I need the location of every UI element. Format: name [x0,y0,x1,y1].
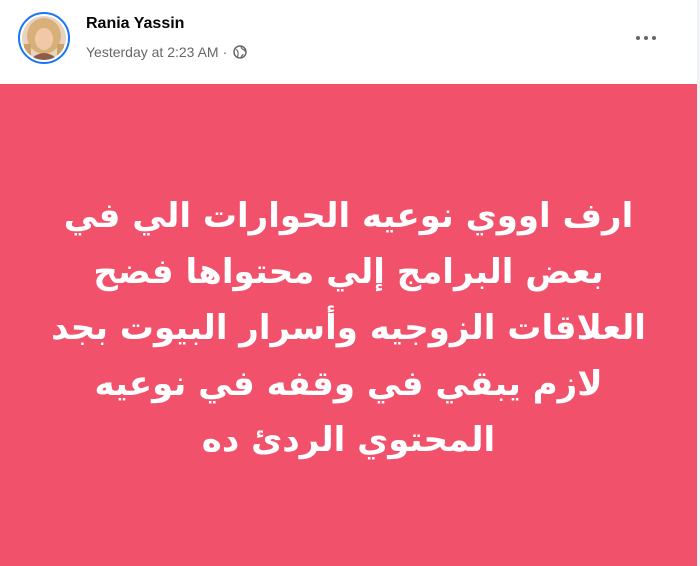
post-text-line: بعض البرامج إلي محتواها فضح [93,252,604,292]
post-meta: Yesterday at 2:23 AM · [86,44,247,60]
post-text-line: العلاقات الزوجيه وأسرار البيوت بجد [51,308,646,348]
globe-icon[interactable] [233,45,247,59]
post-text-line: المحتوي الردئ ده [201,420,496,460]
post-header: Rania Yassin Yesterday at 2:23 AM · [0,0,697,84]
post-background-card: ارف اووي نوعيه الحوارات الي في بعض البرا… [0,84,697,566]
post-text-line: ارف اووي نوعيه الحوارات الي في [63,196,634,236]
meta-separator: · [222,44,228,60]
post-text: ارف اووي نوعيه الحوارات الي في بعض البرا… [20,188,677,468]
more-options-button[interactable] [628,24,664,52]
post-text-line: لازم يبقي في وقفه في نوعيه [94,364,603,404]
author-name[interactable]: Rania Yassin [86,15,184,33]
more-options-icon [636,36,656,40]
author-avatar[interactable] [18,12,70,64]
facebook-post: Rania Yassin Yesterday at 2:23 AM · ارف … [0,0,697,566]
post-timestamp[interactable]: Yesterday at 2:23 AM [86,44,219,60]
